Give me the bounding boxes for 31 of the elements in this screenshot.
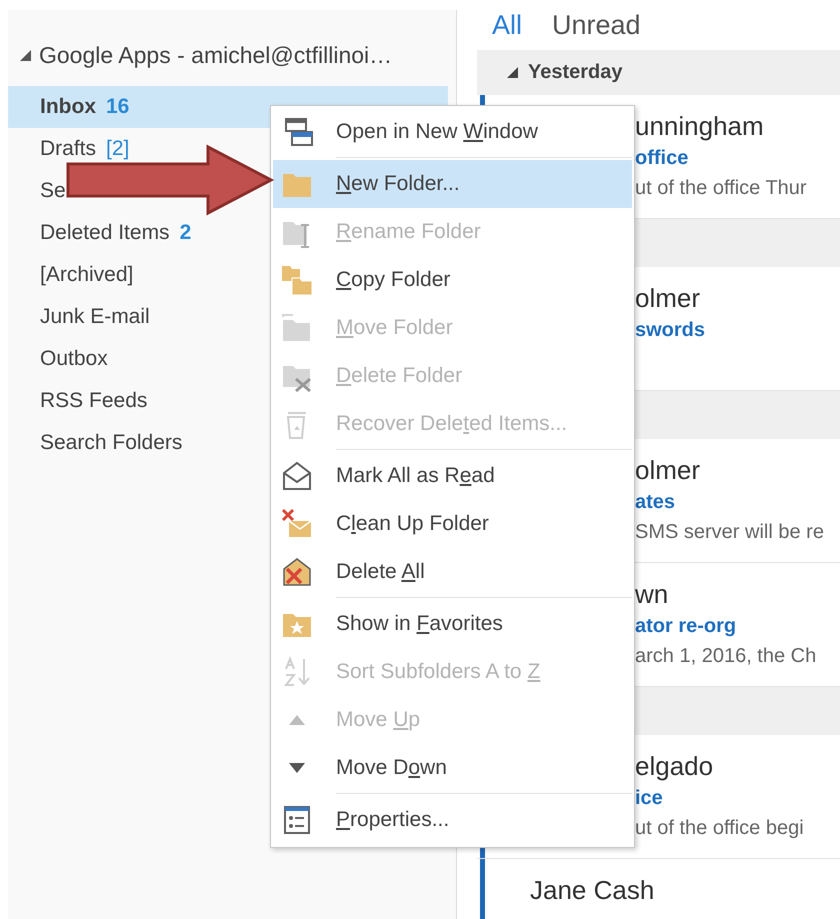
message-subject: ator re-org: [635, 614, 738, 639]
message-preview: SMS server will be re: [635, 520, 825, 545]
message-subject: swords: [635, 318, 706, 343]
open-envelope-icon: [280, 459, 314, 493]
message-item[interactable]: Jane Cash: [477, 859, 840, 919]
message-subject: ates: [635, 490, 676, 515]
message-sender: olmer: [635, 282, 702, 315]
message-sender: elgado: [635, 750, 714, 783]
message-sender: wn: [635, 578, 670, 611]
folders-icon: [280, 263, 314, 297]
filter-tab[interactable]: Unread: [552, 10, 641, 40]
message-sender: Jane Cash: [530, 874, 656, 907]
up-triangle-icon: [289, 715, 305, 725]
group-header[interactable]: Yesterday: [477, 50, 840, 95]
message-subject: office: [635, 146, 690, 171]
account-name[interactable]: Google Apps - amichel@ctfillinoi…: [39, 42, 392, 68]
unread-count: 16: [106, 95, 130, 119]
message-sender: unningham: [635, 110, 765, 143]
message-preview: ut of the office begi: [635, 816, 805, 841]
unread-count: 2: [180, 221, 192, 245]
message-preview: arch 1, 2016, the Ch: [635, 644, 818, 669]
expand-icon[interactable]: [20, 50, 31, 60]
group-label: Yesterday: [528, 61, 623, 84]
menu-item[interactable]: New Folder...: [273, 160, 632, 208]
message-preview: ut of the office Thur: [635, 176, 808, 201]
down-triangle-icon: [289, 763, 305, 773]
filter-tab[interactable]: All: [492, 10, 522, 40]
message-subject: ice: [635, 786, 664, 811]
message-sender: olmer: [635, 454, 702, 487]
unread-count: [2]: [106, 137, 130, 161]
expand-icon[interactable]: [507, 67, 518, 78]
